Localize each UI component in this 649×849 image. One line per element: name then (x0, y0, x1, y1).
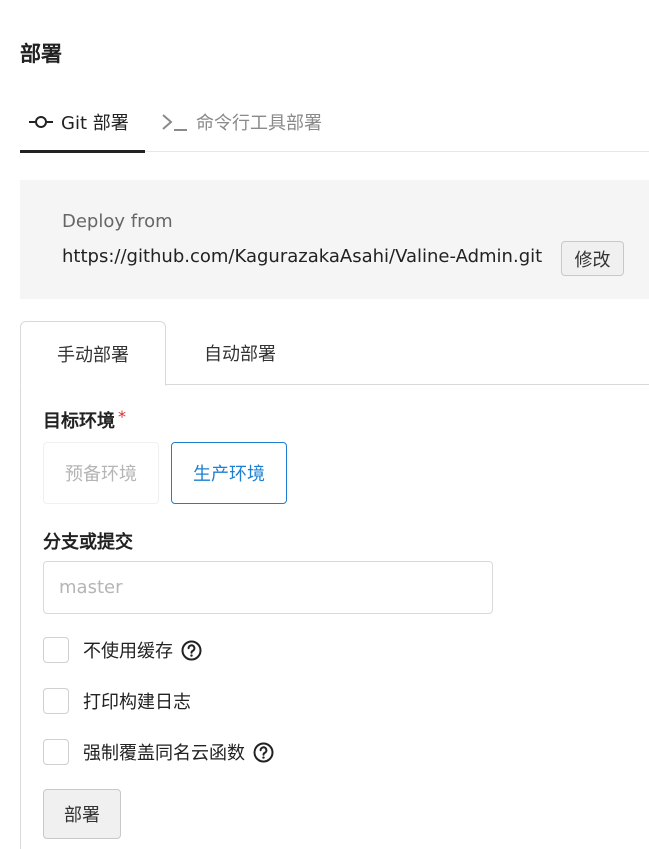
no-cache-label: 不使用缓存 (83, 641, 173, 662)
force-overwrite-checkbox[interactable] (43, 739, 69, 765)
option-force-overwrite: 强制覆盖同名云函数 (43, 739, 274, 765)
no-cache-checkbox[interactable] (43, 637, 69, 663)
edit-source-button[interactable]: 修改 (561, 241, 624, 276)
branch-input[interactable] (43, 561, 493, 614)
tab-manual-deploy[interactable]: 手动部署 (20, 321, 166, 386)
env-staging-button[interactable]: 预备环境 (43, 442, 159, 504)
print-build-log-checkbox[interactable] (43, 688, 69, 714)
target-env-label-text: 目标环境 (43, 411, 115, 432)
tab-git-deploy[interactable]: Git 部署 (20, 92, 145, 153)
repository-url: https://github.com/KagurazakaAsahi/Valin… (62, 246, 543, 267)
tab-auto-deploy[interactable]: 自动部署 (170, 321, 310, 385)
force-overwrite-label: 强制覆盖同名云函数 (83, 743, 245, 764)
tab-git-deploy-label: Git 部署 (61, 113, 129, 134)
manual-deploy-form: 目标环境* 预备环境 生产环境 分支或提交 不使用缓存 打印构建日志 强制覆盖同… (20, 385, 649, 849)
branch-label: 分支或提交 (43, 532, 133, 553)
required-mark: * (118, 407, 126, 426)
terminal-icon (161, 112, 189, 132)
deploy-page: 部署 Git 部署 命令行工具部署 Deploy from https://gi… (0, 0, 649, 849)
deploy-mode-tabs: 手动部署 自动部署 (20, 321, 649, 386)
env-production-button[interactable]: 生产环境 (171, 442, 287, 504)
tab-cli-deploy-label: 命令行工具部署 (196, 113, 322, 134)
option-print-build-log: 打印构建日志 (43, 688, 191, 714)
deploy-button[interactable]: 部署 (43, 789, 121, 839)
target-env-label: 目标环境 * (43, 407, 126, 433)
deploy-from-label: Deploy from (62, 211, 173, 232)
help-icon[interactable] (181, 640, 202, 661)
deploy-source-panel: Deploy from https://github.com/Kagurazak… (20, 180, 649, 299)
option-no-cache: 不使用缓存 (43, 637, 202, 663)
tab-cli-deploy[interactable]: 命令行工具部署 (161, 92, 322, 152)
help-icon[interactable] (253, 742, 274, 763)
deploy-method-tabs: Git 部署 命令行工具部署 (20, 92, 649, 153)
git-commit-icon (28, 115, 54, 129)
page-title: 部署 (20, 42, 62, 66)
print-build-log-label: 打印构建日志 (83, 692, 191, 713)
